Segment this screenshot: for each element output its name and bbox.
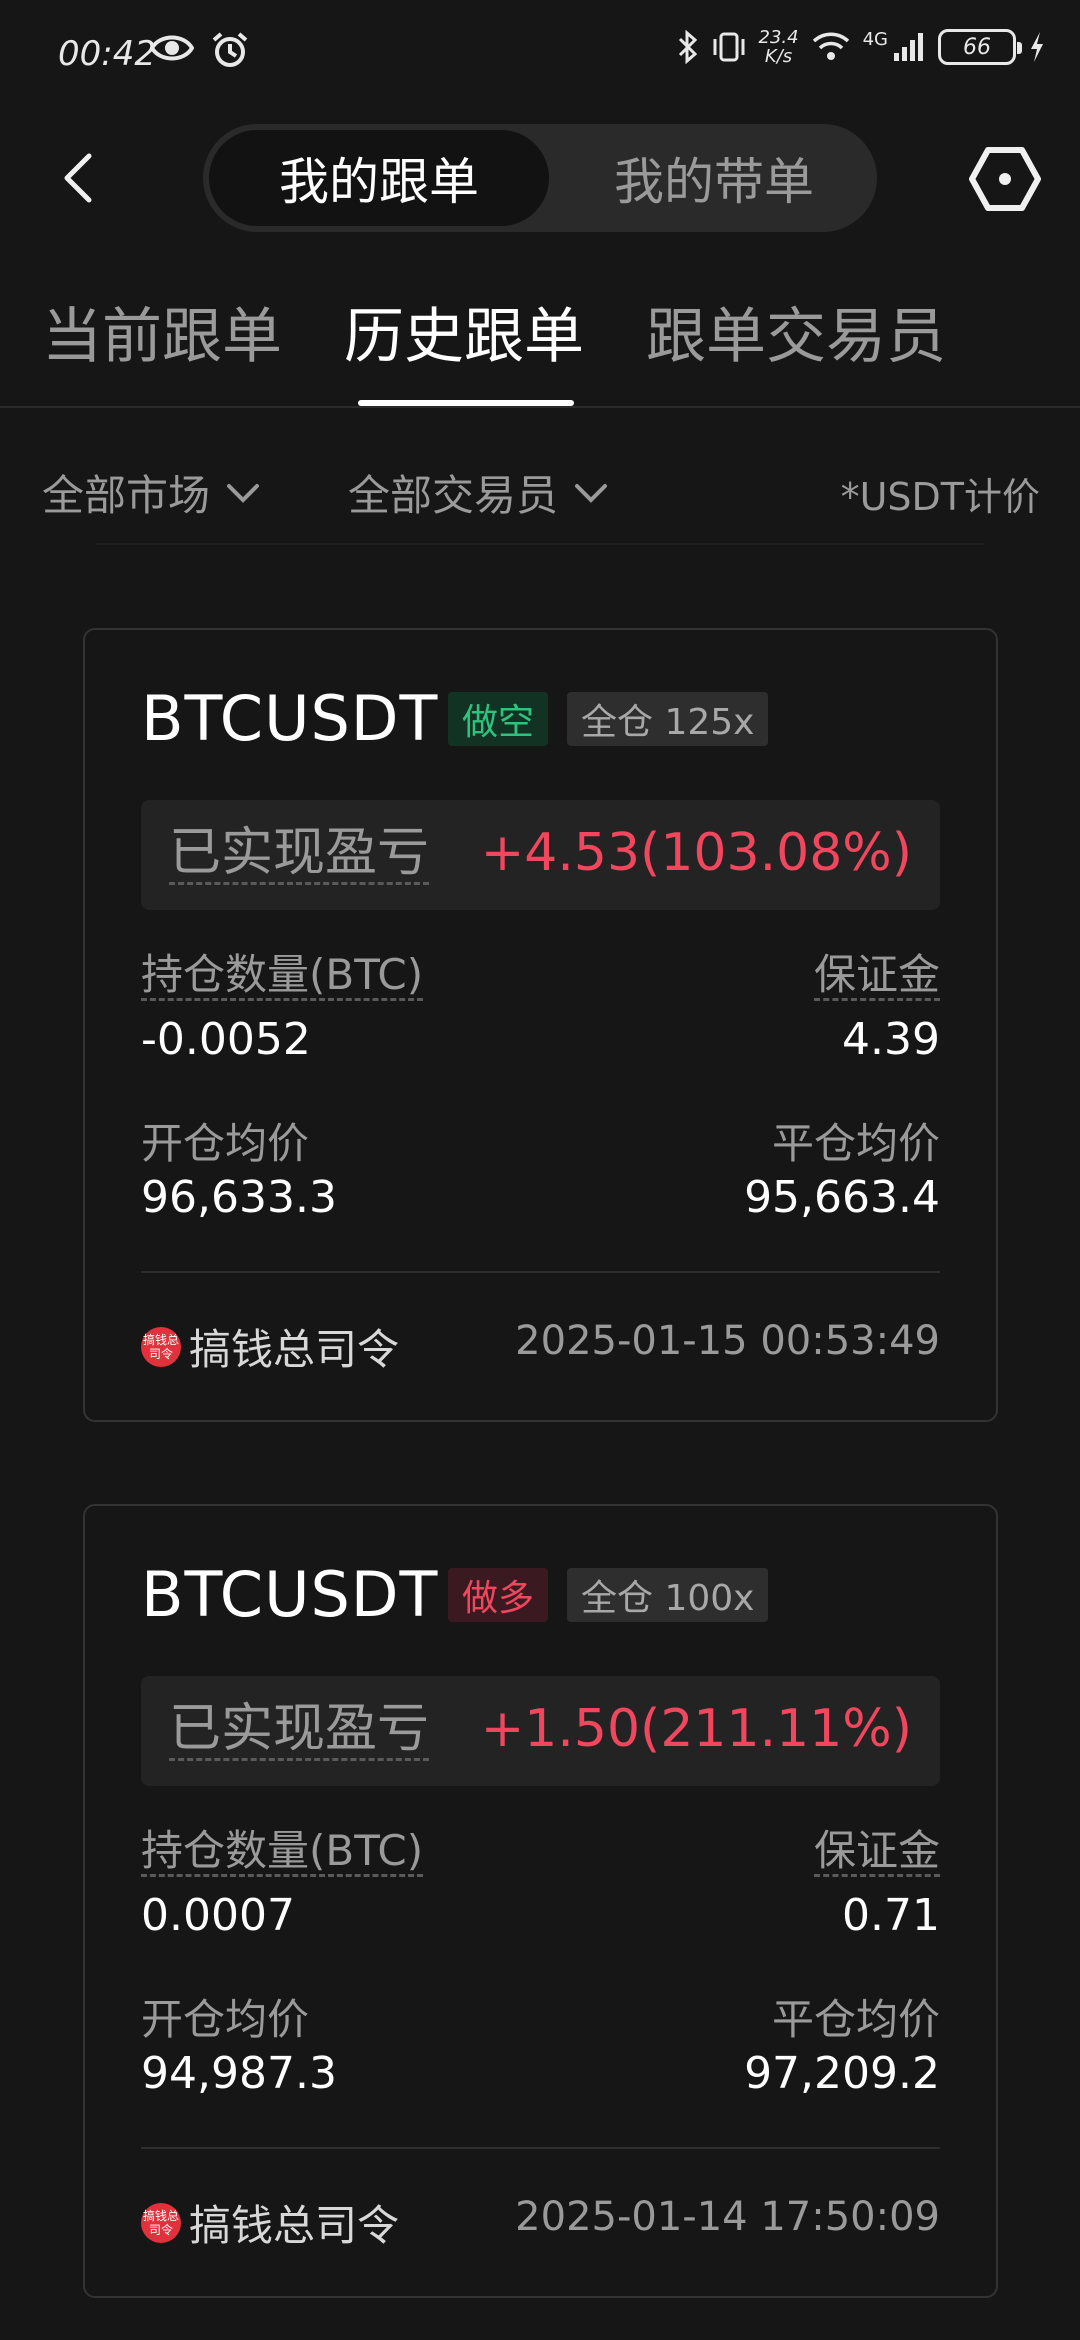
card-divider — [141, 1271, 940, 1273]
open-price-label: 开仓均价 — [141, 1119, 310, 1168]
market-filter-dropdown[interactable]: 全部市场 — [42, 462, 260, 523]
realized-pnl-box: 已实现盈亏 +4.53(103.08%) — [141, 800, 940, 910]
side-tag-long: 做多 — [448, 1568, 549, 1622]
card-divider — [141, 2147, 940, 2149]
margin-mode-tag: 全仓 125x — [567, 692, 769, 746]
bluetooth-icon — [678, 30, 697, 64]
status-bar: 00:42 23.4 K/s 4G 66 — [0, 0, 1080, 110]
copy-mode-switch: 我的跟单 我的带单 — [203, 124, 877, 232]
vibrate-icon — [713, 32, 745, 62]
margin-mode-tag: 全仓 100x — [567, 1568, 769, 1622]
tab-bar: 当前跟单 历史跟单 跟单交易员 — [0, 276, 1080, 408]
net-speed: 23.4 K/s — [758, 27, 799, 67]
eye-icon — [150, 35, 194, 61]
order-card[interactable]: BTCUSDT 做空 全仓 125x 已实现盈亏 +4.53(103.08%) … — [83, 628, 998, 1422]
wifi-icon — [812, 32, 849, 60]
trader-name: 搞钱总司令 — [189, 1325, 400, 1374]
trader-info[interactable]: 搞钱总司令 搞钱总司令 — [141, 2192, 399, 2253]
market-filter-label: 全部市场 — [42, 471, 211, 520]
realized-pnl-label[interactable]: 已实现盈亏 — [169, 824, 430, 885]
margin-value: 4.39 — [842, 1014, 940, 1065]
trader-filter-dropdown[interactable]: 全部交易员 — [348, 462, 608, 523]
close-time: 2025-01-14 17:50:09 — [515, 2194, 940, 2240]
open-price-label: 开仓均价 — [141, 1995, 310, 2044]
signal-icon — [894, 33, 923, 61]
trader-avatar: 搞钱总司令 — [141, 2202, 181, 2243]
open-price-value: 94,987.3 — [141, 2048, 337, 2099]
close-price-value: 97,209.2 — [744, 2048, 940, 2099]
margin-label[interactable]: 保证金 — [813, 1828, 940, 1877]
position-qty-label[interactable]: 持仓数量(BTC) — [141, 1828, 424, 1877]
chevron-left-icon — [64, 153, 92, 203]
realized-pnl-box: 已实现盈亏 +1.50(211.11%) — [141, 1676, 940, 1786]
tab-copy-traders[interactable]: 跟单交易员 — [646, 288, 946, 375]
close-price-value: 95,663.4 — [744, 1172, 940, 1223]
usdt-pricing-note: *USDT计价 — [840, 475, 1040, 519]
realized-pnl-value: +4.53(103.08%) — [480, 823, 912, 883]
status-time: 00:42 — [58, 34, 156, 74]
margin-label[interactable]: 保证金 — [813, 952, 940, 1001]
hexagon-settings-icon — [969, 147, 1041, 211]
realized-pnl-value: +1.50(211.11%) — [480, 1699, 912, 1759]
realized-pnl-label[interactable]: 已实现盈亏 — [169, 1700, 430, 1761]
trader-name: 搞钱总司令 — [189, 2201, 400, 2250]
segment-my-copy-trades[interactable]: 我的跟单 — [209, 130, 549, 226]
segment-my-lead-trades[interactable]: 我的带单 — [549, 130, 879, 226]
close-price-label: 平仓均价 — [771, 1995, 940, 2044]
trader-filter-label: 全部交易员 — [348, 471, 559, 520]
position-qty-label[interactable]: 持仓数量(BTC) — [141, 952, 424, 1001]
alarm-icon — [212, 32, 248, 67]
chevron-down-icon — [227, 483, 260, 503]
trader-info[interactable]: 搞钱总司令 搞钱总司令 — [141, 1316, 399, 1377]
position-qty-value: 0.0007 — [141, 1890, 295, 1941]
filter-divider — [96, 543, 984, 545]
active-tab-indicator — [358, 400, 574, 406]
order-symbol: BTCUSDT — [141, 1558, 439, 1631]
open-price-value: 96,633.3 — [141, 1172, 337, 1223]
margin-value: 0.71 — [842, 1890, 940, 1941]
tab-current-copy[interactable]: 当前跟单 — [42, 288, 282, 375]
position-qty-value: -0.0052 — [141, 1014, 311, 1065]
network-type: 4G — [862, 28, 888, 50]
charging-icon — [1031, 32, 1043, 62]
trader-avatar: 搞钱总司令 — [141, 1326, 181, 1367]
close-price-label: 平仓均价 — [771, 1119, 940, 1168]
battery-indicator: 66 — [938, 29, 1022, 65]
settings-button[interactable] — [968, 146, 1042, 212]
tab-history-copy[interactable]: 历史跟单 — [344, 288, 584, 375]
chevron-down-icon — [575, 483, 608, 503]
close-time: 2025-01-15 00:53:49 — [515, 1318, 940, 1364]
order-symbol: BTCUSDT — [141, 682, 439, 755]
back-button[interactable] — [48, 148, 108, 208]
order-card[interactable]: BTCUSDT 做多 全仓 100x 已实现盈亏 +1.50(211.11%) … — [83, 1504, 998, 2298]
side-tag-short: 做空 — [448, 692, 549, 746]
